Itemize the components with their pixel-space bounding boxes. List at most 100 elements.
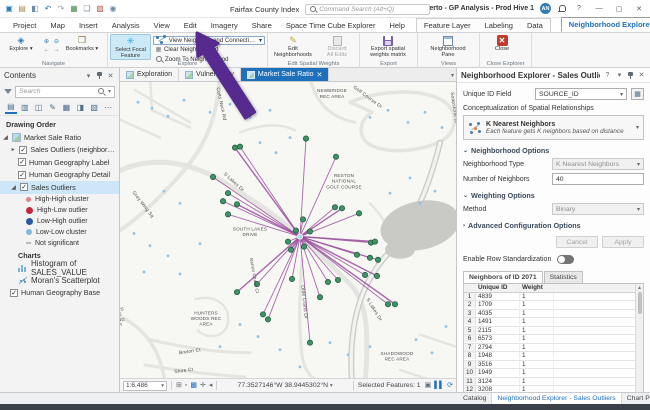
collapse-icon[interactable]: ◢	[2, 134, 9, 141]
tree-item-map[interactable]: ◢ Market Sale Ratio	[0, 131, 119, 144]
close-tab-icon[interactable]: ✕	[317, 71, 323, 79]
layout-icon[interactable]: ❏	[82, 4, 92, 14]
bookmarks-button[interactable]: ❒ Bookmarks ▾	[63, 34, 101, 60]
next-extent-icon[interactable]: →	[52, 46, 61, 54]
number-of-neighbors-input[interactable]: 40	[552, 173, 644, 185]
layer-checkbox[interactable]: ✓	[18, 171, 26, 179]
menu-tab-space-time-cube-explorer[interactable]: Space Time Cube Explorer	[279, 19, 383, 32]
filter-icon[interactable]	[4, 89, 12, 94]
map-tab-exploration[interactable]: Exploration	[120, 68, 179, 81]
view-neighbors-dropdown[interactable]: View Neighbors and Connections▾	[153, 36, 265, 45]
tab-list-icon[interactable]: ▾	[451, 72, 454, 79]
tab-neighborhood-explorer[interactable]: Neighborhood Explorer	[561, 17, 650, 32]
menu-tab-share[interactable]: Share	[245, 19, 279, 32]
locate-icon[interactable]: ◉	[108, 4, 118, 14]
menu-tab-imagery[interactable]: Imagery	[204, 19, 245, 32]
expand-icon[interactable]: ▸	[10, 146, 16, 153]
section-neighborhood-options[interactable]: ⌄ Neighborhood Options	[463, 146, 644, 155]
section-weighting-options[interactable]: ⌄ Weighting Options	[463, 191, 644, 200]
map-coordinates[interactable]: 77.3527146°W 38.9445302°N ▾	[221, 382, 348, 389]
dock-tab-chart-properties[interactable]: Chart Properties	[622, 393, 650, 404]
layer-checkbox[interactable]: ✓	[10, 289, 18, 297]
table-row[interactable]: 1131241	[464, 378, 635, 387]
edit-neighborhoods-button[interactable]: ✎ Edit Neighborhoods	[270, 34, 316, 60]
table-row[interactable]: 1019491	[464, 369, 635, 378]
menu-tab-map[interactable]: Map	[43, 19, 72, 32]
scrollbar-thumb[interactable]	[638, 292, 642, 314]
map-canvas[interactable]: NEWBRIDGEREC AREARESTONNATIONALGOLF COUR…	[120, 82, 456, 378]
method-select[interactable]: Binary▾	[552, 203, 644, 215]
neighborhood-pane-button[interactable]: Neighborhood Pane	[420, 34, 476, 60]
help-button[interactable]: ?	[572, 3, 586, 15]
pane-close-icon[interactable]: ✕	[637, 71, 646, 79]
table-row[interactable]: 727941	[464, 344, 635, 353]
save-icon[interactable]: ▣	[4, 4, 14, 14]
maximize-button[interactable]: ▢	[612, 3, 626, 15]
contextual-tab-feature-layer[interactable]: Feature Layer	[417, 19, 478, 32]
neighborhood-type-select[interactable]: K Nearest Neighbors▾	[552, 158, 644, 170]
tree-item-human-geography-label[interactable]: ✓ Human Geography Label	[0, 156, 119, 169]
table-row[interactable]: 819481	[464, 352, 635, 361]
field-options-button[interactable]: ▦	[631, 88, 644, 100]
table-row[interactable]: 665731	[464, 335, 635, 344]
dock-tab-catalog[interactable]: Catalog	[458, 393, 492, 404]
select-focal-feature-button[interactable]: ✳ Select Focal Feature	[110, 34, 151, 60]
menu-tab-insert[interactable]: Insert	[72, 19, 105, 32]
pane-help-icon[interactable]: ?	[603, 72, 612, 79]
table-row[interactable]: 935161	[464, 361, 635, 370]
new-project-icon[interactable]: ◧	[30, 4, 40, 14]
table-row[interactable]: 217091	[464, 301, 635, 310]
scroll-up-icon[interactable]: ▲	[637, 284, 642, 291]
row-standardization-toggle[interactable]	[557, 255, 574, 264]
pane-pin-icon[interactable]	[627, 71, 634, 80]
tree-item-sales-outliers[interactable]: ◢ ✓ Sales Outliers	[0, 181, 119, 194]
pause-drawing-icon[interactable]: ▌▌	[434, 382, 444, 389]
list-by-drawing-order-icon[interactable]: ▤	[5, 101, 17, 114]
contents-search-input[interactable]: Search ▾	[15, 86, 115, 98]
basemap-toggle-icon[interactable]: ▩	[190, 382, 197, 389]
search-options-icon[interactable]: ▾	[108, 88, 111, 95]
list-by-labeling-icon[interactable]: ◨	[74, 101, 86, 114]
list-by-data-source-icon[interactable]: ▥	[19, 101, 31, 114]
contextual-tab-data[interactable]: Data	[520, 19, 550, 32]
table-row[interactable]: 414911	[464, 318, 635, 327]
menu-tab-view[interactable]: View	[147, 19, 177, 32]
refresh-map-icon[interactable]: ⟳	[447, 382, 453, 389]
list-by-charts-icon[interactable]: ▧	[88, 101, 100, 114]
section-advanced-options[interactable]: › Advanced Configuration Options	[463, 221, 644, 230]
undo-icon[interactable]: ↶	[43, 4, 53, 14]
add-data-icon[interactable]: ▦	[69, 4, 79, 14]
list-by-snapping-icon[interactable]: ▦	[61, 101, 73, 114]
layer-checkbox[interactable]: ✓	[18, 158, 26, 166]
collapse-icon[interactable]: ◢	[10, 184, 17, 191]
layer-checkbox[interactable]: ✓	[19, 146, 27, 154]
layer-swatch-icon[interactable]: ▪	[185, 382, 187, 389]
avatar[interactable]: AN	[540, 3, 551, 14]
conceptualization-select[interactable]: K Nearest Neighbors Each feature gets K …	[463, 115, 644, 140]
panel-tab-neighbors-of-id-2071[interactable]: Neighbors of ID 2071	[463, 271, 543, 283]
close-explorer-button[interactable]: ✕ Close	[482, 34, 522, 60]
fixed-zoom-out-icon[interactable]: ⊖	[52, 37, 61, 45]
notification-icon[interactable]: ◂	[209, 382, 213, 389]
minimize-button[interactable]: —	[592, 3, 606, 15]
table-scrollbar[interactable]: ▲ ▼	[635, 284, 643, 392]
new-bookmark-icon[interactable]: ⊞	[176, 382, 182, 389]
tree-item-sales-outliers-neighborhood[interactable]: ▸ ✓ Sales Outliers (neighborhood)	[0, 144, 119, 157]
redo-icon[interactable]: ↷	[56, 4, 66, 14]
pane-menu-icon[interactable]: ▾	[615, 71, 624, 79]
pane-menu-icon[interactable]: ▾	[84, 72, 93, 80]
clear-neighborhood-button[interactable]: ▦ Clear Neighborhood	[153, 46, 265, 55]
cancel-button[interactable]: Cancel	[556, 236, 598, 248]
close-window-button[interactable]: ✕	[632, 3, 646, 15]
tree-item-human-geography-detail[interactable]: ✓ Human Geography Detail	[0, 169, 119, 182]
command-search-input[interactable]: Command Search (Alt+Q)	[305, 4, 430, 15]
layer-checkbox[interactable]: ✓	[20, 183, 28, 191]
table-row[interactable]: 148391	[464, 293, 635, 302]
menu-tab-help[interactable]: Help	[382, 19, 411, 32]
selected-features-count[interactable]: Selected Features: 1	[358, 382, 421, 389]
fixed-zoom-in-icon[interactable]: ⊕	[42, 37, 51, 45]
menu-tab-edit[interactable]: Edit	[177, 19, 204, 32]
map-scale-select[interactable]: 1:6,486▾	[123, 381, 167, 391]
map-tab-vulnerability[interactable]: Vulnerability	[179, 68, 241, 81]
tree-item-histogram-of-sales-value[interactable]: Histogram of SALES_VALUE	[0, 262, 119, 275]
